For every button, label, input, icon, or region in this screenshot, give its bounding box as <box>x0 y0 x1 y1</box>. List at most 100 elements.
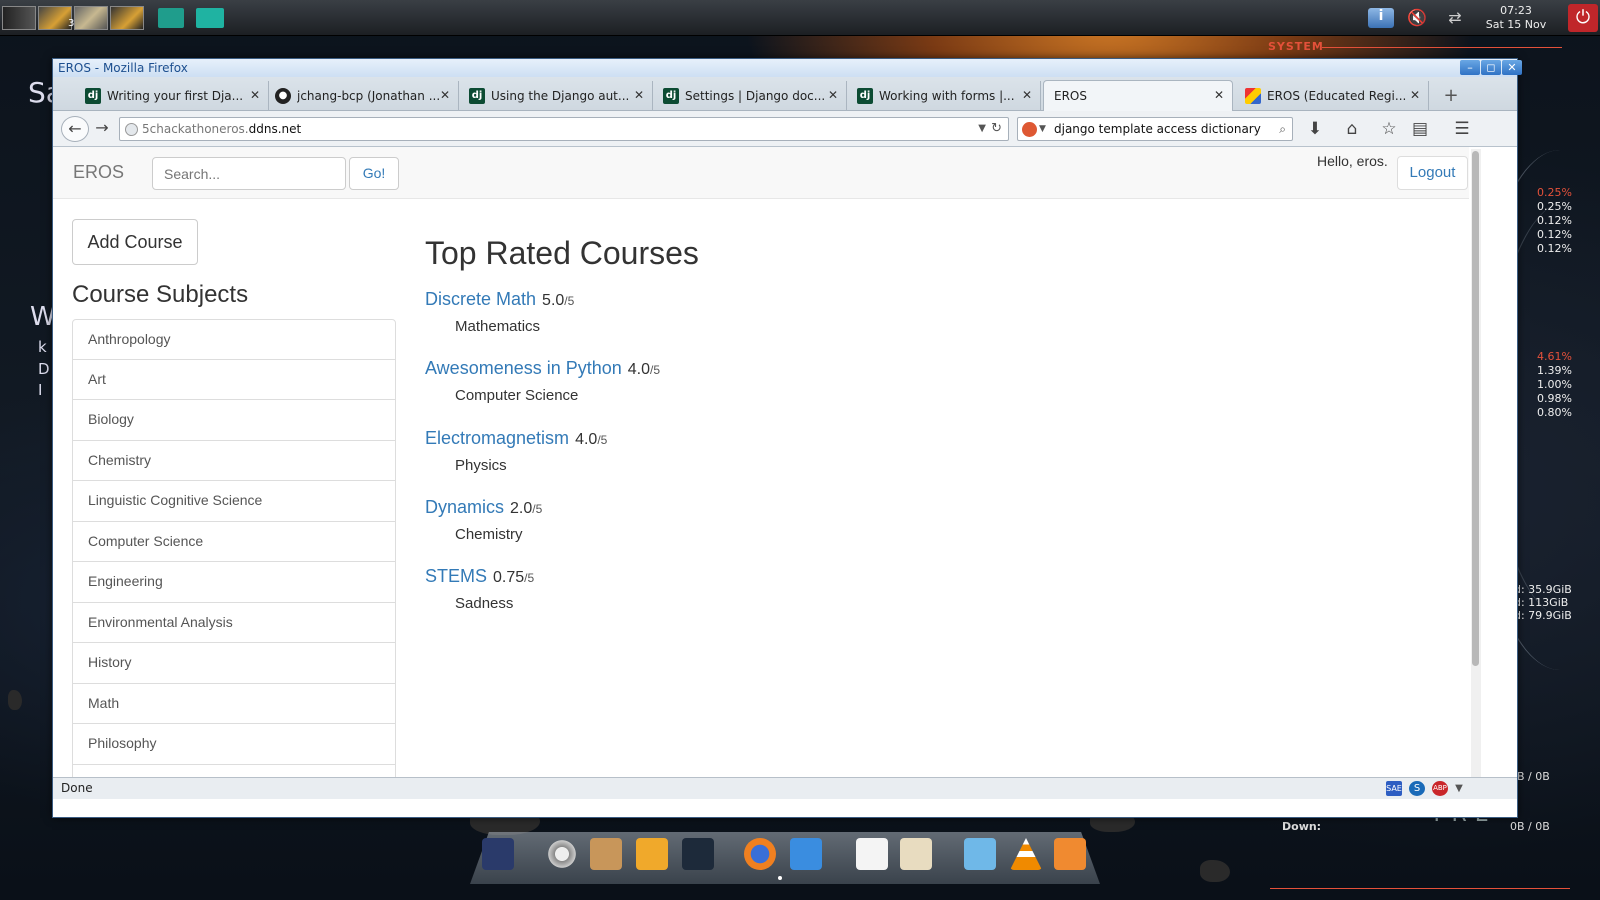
tab-django-forms[interactable]: dj Working with forms |... ✕ <box>851 81 1041 111</box>
url-bar[interactable]: 5chackathoneros.ddns.net ▼ ↻ <box>119 117 1009 141</box>
subject-item-partial[interactable] <box>72 764 396 777</box>
notes-icon[interactable] <box>900 838 932 870</box>
greeting-text: Hello, eros. <box>1317 153 1388 169</box>
terminal-app-icon[interactable] <box>482 838 514 870</box>
subject-item-chemistry[interactable]: Chemistry <box>72 440 396 481</box>
minimize-button[interactable]: – <box>1460 60 1480 75</box>
engine-dropdown-icon[interactable]: ▼ <box>1039 118 1046 140</box>
course-link[interactable]: Electromagnetism <box>425 428 569 448</box>
info-icon[interactable]: i <box>1368 8 1394 28</box>
disk-utility-icon[interactable] <box>590 838 622 870</box>
settings-gear-icon[interactable] <box>546 838 578 870</box>
tab-close-icon[interactable]: ✕ <box>828 88 838 102</box>
subject-item-art[interactable]: Art <box>72 359 396 400</box>
trash-recycle-icon[interactable] <box>1054 838 1086 870</box>
image-viewer-icon[interactable] <box>964 838 996 870</box>
maximize-button[interactable]: ◻ <box>1481 60 1501 75</box>
conky-value: 0.12% <box>1537 214 1572 227</box>
close-window-button[interactable]: ✕ <box>1502 60 1522 75</box>
forward-arrow-icon[interactable]: → <box>91 116 113 142</box>
course-link[interactable]: STEMS <box>425 566 487 586</box>
workspace-switcher-3[interactable] <box>74 6 108 30</box>
subject-item-history[interactable]: History <box>72 643 396 684</box>
subject-item-biology[interactable]: Biology <box>72 400 396 441</box>
power-icon[interactable]: ⏻ <box>1568 4 1598 32</box>
tab-label: Working with forms |... <box>879 89 1015 103</box>
subject-item-environmental-analysis[interactable]: Environmental Analysis <box>72 602 396 643</box>
tab-django-settings[interactable]: dj Settings | Django doc... ✕ <box>657 81 847 111</box>
reload-icon[interactable]: ↻ <box>991 118 1002 140</box>
tab-label: Settings | Django doc... <box>685 89 826 103</box>
download-icon[interactable]: ⬇ <box>1302 117 1328 141</box>
asteroid <box>8 690 22 710</box>
files-folder-icon[interactable] <box>636 838 668 870</box>
workspace-switcher-1[interactable] <box>2 6 36 30</box>
site-search-input[interactable] <box>152 157 346 190</box>
course-link[interactable]: Discrete Math <box>425 289 536 309</box>
course-subject: Chemistry <box>455 526 523 543</box>
course-subjects-heading: Course Subjects <box>72 281 249 308</box>
tab-writing-first-django[interactable]: dj Writing your first Dja... ✕ <box>79 81 269 111</box>
tab-django-auth[interactable]: dj Using the Django aut... ✕ <box>463 81 653 111</box>
conky-value: d: 113GiB <box>1514 596 1569 609</box>
sae-addon-icon[interactable]: SAE <box>1386 781 1402 796</box>
subject-item-philosophy[interactable]: Philosophy <box>72 724 396 765</box>
status-text: Done <box>61 781 93 795</box>
course-entry: Dynamics 2.0/5 Chemistry <box>425 497 543 543</box>
scrollbar-thumb[interactable] <box>1472 151 1479 666</box>
tab-close-icon[interactable]: ✕ <box>1214 88 1224 102</box>
tab-close-icon[interactable]: ✕ <box>634 88 644 102</box>
text-document-icon[interactable] <box>856 838 888 870</box>
hamburger-menu-icon[interactable]: ☰ <box>1449 117 1475 141</box>
subject-item-linguistic-cognitive-science[interactable]: Linguistic Cognitive Science <box>72 481 396 522</box>
running-indicator <box>778 876 782 880</box>
network-icon[interactable]: ⇄ <box>1442 8 1468 28</box>
back-arrow-icon[interactable]: ← <box>61 116 89 142</box>
tab-close-icon[interactable]: ✕ <box>1022 88 1032 102</box>
bookmark-star-icon[interactable]: ☆ <box>1376 117 1402 141</box>
subject-item-math[interactable]: Math <box>72 683 396 724</box>
clock[interactable]: 07:23 Sat 15 Nov <box>1476 4 1556 32</box>
firefox-icon[interactable] <box>744 838 776 870</box>
addon-dropdown-icon[interactable]: ▼ <box>1451 781 1467 796</box>
window-titlebar[interactable]: EROS - Mozilla Firefox – ◻ ✕ <box>53 59 1522 77</box>
browser-toolbar: ← → 5chackathoneros.ddns.net ▼ ↻ ▼ djang… <box>53 111 1517 147</box>
logout-button[interactable]: Logout <box>1397 156 1468 190</box>
duckduckgo-engine-icon[interactable] <box>1022 122 1037 137</box>
course-entry: Discrete Math 5.0/5 Mathematics <box>425 289 574 335</box>
folder-launcher-icon[interactable] <box>196 8 224 28</box>
new-tab-button[interactable]: + <box>1436 85 1466 109</box>
tab-label: jchang-bcp (Jonathan ... <box>297 89 439 103</box>
web-search-input[interactable]: ▼ django template access dictionary ⌕ <box>1017 117 1293 141</box>
tab-eros-active[interactable]: EROS ✕ <box>1043 80 1233 111</box>
subject-item-anthropology[interactable]: Anthropology <box>72 319 396 360</box>
site-brand[interactable]: EROS <box>73 162 124 183</box>
subject-item-engineering[interactable]: Engineering <box>72 562 396 603</box>
course-link[interactable]: Dynamics <box>425 497 504 517</box>
wallpaper-text: I <box>38 381 43 399</box>
home-launcher-icon[interactable] <box>158 8 184 28</box>
search-magnifier-icon[interactable]: ⌕ <box>1279 118 1286 140</box>
sublime-text-icon[interactable] <box>682 838 714 870</box>
tab-close-icon[interactable]: ✕ <box>1410 88 1420 102</box>
mail-icon[interactable] <box>790 838 822 870</box>
tab-label: EROS (Educated Regi... <box>1267 89 1407 103</box>
reading-list-icon[interactable]: ▤ <box>1407 117 1433 141</box>
tab-github-jchang[interactable]: ● jchang-bcp (Jonathan ... ✕ <box>269 81 459 111</box>
workspace-switcher-2[interactable] <box>38 6 72 30</box>
course-link[interactable]: Awesomeness in Python <box>425 358 622 378</box>
add-course-button[interactable]: Add Course <box>72 219 198 265</box>
adblock-addon-icon[interactable]: ABP <box>1432 781 1448 796</box>
home-icon[interactable]: ⌂ <box>1339 117 1365 141</box>
tab-close-icon[interactable]: ✕ <box>440 88 450 102</box>
tab-close-icon[interactable]: ✕ <box>250 88 260 102</box>
rating-scale: /5 <box>532 502 543 516</box>
workspace-switcher-4[interactable] <box>110 6 144 30</box>
volume-muted-icon[interactable]: 🔇 <box>1404 8 1430 28</box>
asteroid <box>1200 860 1230 882</box>
url-history-dropdown-icon[interactable]: ▼ <box>978 118 986 140</box>
skype-addon-icon[interactable]: S <box>1409 781 1425 796</box>
tab-eros-educated[interactable]: EROS (Educated Regi... ✕ <box>1239 81 1429 111</box>
subject-item-computer-science[interactable]: Computer Science <box>72 521 396 562</box>
go-button[interactable]: Go! <box>349 157 399 190</box>
